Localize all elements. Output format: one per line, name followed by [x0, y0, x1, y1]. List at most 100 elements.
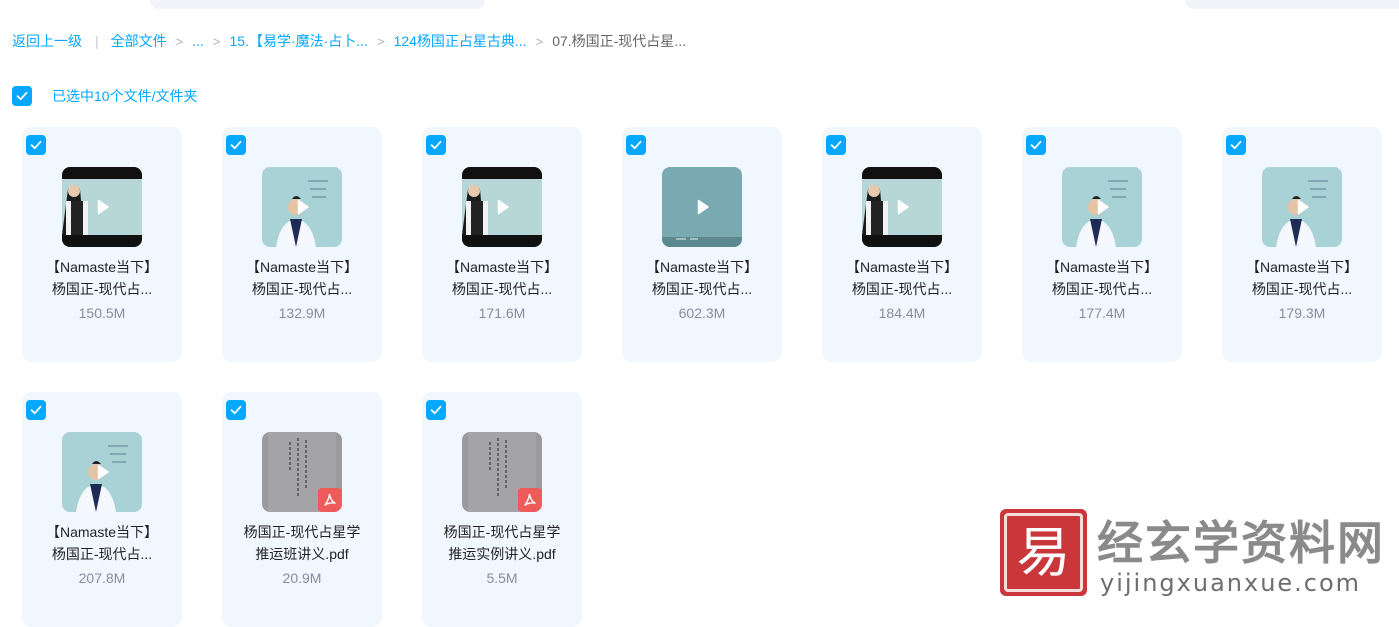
file-name-line-1: 【Namaste当下】 [445, 259, 559, 275]
checkmark-icon [430, 405, 442, 415]
file-thumbnail[interactable] [262, 432, 342, 512]
breadcrumb-level-2[interactable]: 124杨国正占星古典... [394, 31, 527, 51]
file-size: 602.3M [678, 305, 726, 321]
file-name-line-1: 【Namaste当下】 [1245, 259, 1359, 275]
file-checkbox[interactable] [626, 135, 646, 155]
file-checkbox[interactable] [26, 400, 46, 420]
file-checkbox[interactable] [426, 135, 446, 155]
file-size: 171.6M [478, 305, 526, 321]
checkmark-icon [830, 140, 842, 150]
file-size: 20.9M [282, 570, 322, 586]
file-name-line-2: 推运班讲义.pdf [255, 546, 349, 562]
file-thumbnail[interactable] [62, 167, 142, 247]
video-file-card[interactable]: 【Namaste当下】 杨国正-现代占... 207.8M [22, 392, 182, 627]
select-all-row: 已选中10个文件/文件夹 [12, 86, 197, 106]
play-icon [297, 199, 309, 215]
file-name[interactable]: 【Namaste当下】 杨国正-现代占... [222, 256, 382, 300]
checkmark-icon [30, 405, 42, 415]
play-icon [1297, 199, 1309, 215]
file-name-line-2: 杨国正-现代占... [1051, 281, 1153, 297]
file-size: 179.3M [1278, 305, 1326, 321]
breadcrumb: 返回上一级 | 全部文件 > ... > 15.【易学·魔法·占卜... > 1… [12, 31, 686, 51]
video-file-card[interactable]: 【Namaste当下】 杨国正-现代占... 602.3M [622, 127, 782, 362]
file-name[interactable]: 杨国正-现代占星学 推运实例讲义.pdf [422, 521, 582, 565]
file-name[interactable]: 【Namaste当下】 杨国正-现代占... [622, 256, 782, 300]
file-checkbox[interactable] [226, 400, 246, 420]
file-name-line-2: 杨国正-现代占... [51, 546, 153, 562]
top-panel-edge-right [1185, 0, 1399, 9]
file-name[interactable]: 【Namaste当下】 杨国正-现代占... [22, 256, 182, 300]
checkmark-icon [630, 140, 642, 150]
chevron-right-icon: > [212, 33, 221, 49]
video-file-card[interactable]: 【Namaste当下】 杨国正-现代占... 171.6M [422, 127, 582, 362]
video-file-card[interactable]: 【Namaste当下】 杨国正-现代占... 150.5M [22, 127, 182, 362]
video-file-card[interactable]: 【Namaste当下】 杨国正-现代占... 184.4M [822, 127, 982, 362]
play-icon [97, 199, 109, 215]
file-name-line-2: 杨国正-现代占... [451, 281, 553, 297]
checkmark-icon [430, 140, 442, 150]
file-name[interactable]: 杨国正-现代占星学 推运班讲义.pdf [222, 521, 382, 565]
checkmark-icon [1230, 140, 1242, 150]
chevron-right-icon: > [535, 33, 544, 49]
breadcrumb-all-files[interactable]: 全部文件 [111, 31, 167, 51]
play-icon [1097, 199, 1109, 215]
file-checkbox[interactable] [426, 400, 446, 420]
file-size: 150.5M [78, 305, 126, 321]
pdf-file-card[interactable]: 杨国正-现代占星学 推运实例讲义.pdf 5.5M [422, 392, 582, 627]
file-checkbox[interactable] [826, 135, 846, 155]
file-checkbox[interactable] [1226, 135, 1246, 155]
file-name[interactable]: 【Namaste当下】 杨国正-现代占... [422, 256, 582, 300]
file-thumbnail[interactable] [862, 167, 942, 247]
file-checkbox[interactable] [1026, 135, 1046, 155]
file-name[interactable]: 【Namaste当下】 杨国正-现代占... [22, 521, 182, 565]
seal-logo: 易 [1000, 509, 1087, 596]
file-thumbnail[interactable] [662, 167, 742, 247]
play-icon [697, 199, 709, 215]
video-file-card[interactable]: 【Namaste当下】 杨国正-现代占... 179.3M [1222, 127, 1382, 362]
breadcrumb-collapsed[interactable]: ... [192, 33, 204, 49]
file-name[interactable]: 【Namaste当下】 杨国正-现代占... [1022, 256, 1182, 300]
file-name-line-1: 【Namaste当下】 [1045, 259, 1159, 275]
file-name[interactable]: 【Namaste当下】 杨国正-现代占... [822, 256, 982, 300]
file-size: 132.9M [278, 305, 326, 321]
watermark-domain: yijingxuanxue.com [1100, 569, 1362, 597]
breadcrumb-current: 07.杨国正-现代占星... [552, 33, 686, 49]
file-checkbox[interactable] [226, 135, 246, 155]
file-checkbox[interactable] [26, 135, 46, 155]
file-thumbnail[interactable] [1062, 167, 1142, 247]
file-name-line-1: 【Namaste当下】 [245, 259, 359, 275]
file-name-line-1: 【Namaste当下】 [845, 259, 959, 275]
file-name-line-2: 杨国正-现代占... [651, 281, 753, 297]
breadcrumb-level-1[interactable]: 15.【易学·魔法·占卜... [230, 31, 368, 51]
pdf-icon [518, 488, 542, 512]
select-all-checkbox[interactable] [12, 86, 32, 106]
file-size: 184.4M [878, 305, 926, 321]
file-thumbnail[interactable] [1262, 167, 1342, 247]
file-size: 177.4M [1078, 305, 1126, 321]
file-name-line-2: 杨国正-现代占... [1251, 281, 1353, 297]
breadcrumb-divider: | [95, 33, 99, 49]
file-name[interactable]: 【Namaste当下】 杨国正-现代占... [1222, 256, 1382, 300]
file-name-line-2: 杨国正-现代占... [51, 281, 153, 297]
chevron-right-icon: > [376, 33, 385, 49]
checkmark-icon [30, 140, 42, 150]
file-name-line-1: 杨国正-现代占星学 [443, 524, 561, 540]
back-to-parent-link[interactable]: 返回上一级 [12, 31, 82, 51]
chevron-right-icon: > [175, 33, 184, 49]
video-file-card[interactable]: 【Namaste当下】 杨国正-现代占... 132.9M [222, 127, 382, 362]
play-icon [97, 464, 109, 480]
file-thumbnail[interactable] [462, 432, 542, 512]
checkmark-icon [1030, 140, 1042, 150]
file-thumbnail[interactable] [262, 167, 342, 247]
play-icon [497, 199, 509, 215]
file-name-line-2: 杨国正-现代占... [251, 281, 353, 297]
file-thumbnail[interactable] [462, 167, 542, 247]
file-size: 207.8M [78, 570, 126, 586]
file-name-line-2: 杨国正-现代占... [851, 281, 953, 297]
pdf-file-card[interactable]: 杨国正-现代占星学 推运班讲义.pdf 20.9M [222, 392, 382, 627]
checkmark-icon [16, 91, 28, 101]
file-thumbnail[interactable] [62, 432, 142, 512]
selection-count-label: 已选中10个文件/文件夹 [52, 88, 198, 104]
video-file-card[interactable]: 【Namaste当下】 杨国正-现代占... 177.4M [1022, 127, 1182, 362]
file-name-line-1: 【Namaste当下】 [645, 259, 759, 275]
